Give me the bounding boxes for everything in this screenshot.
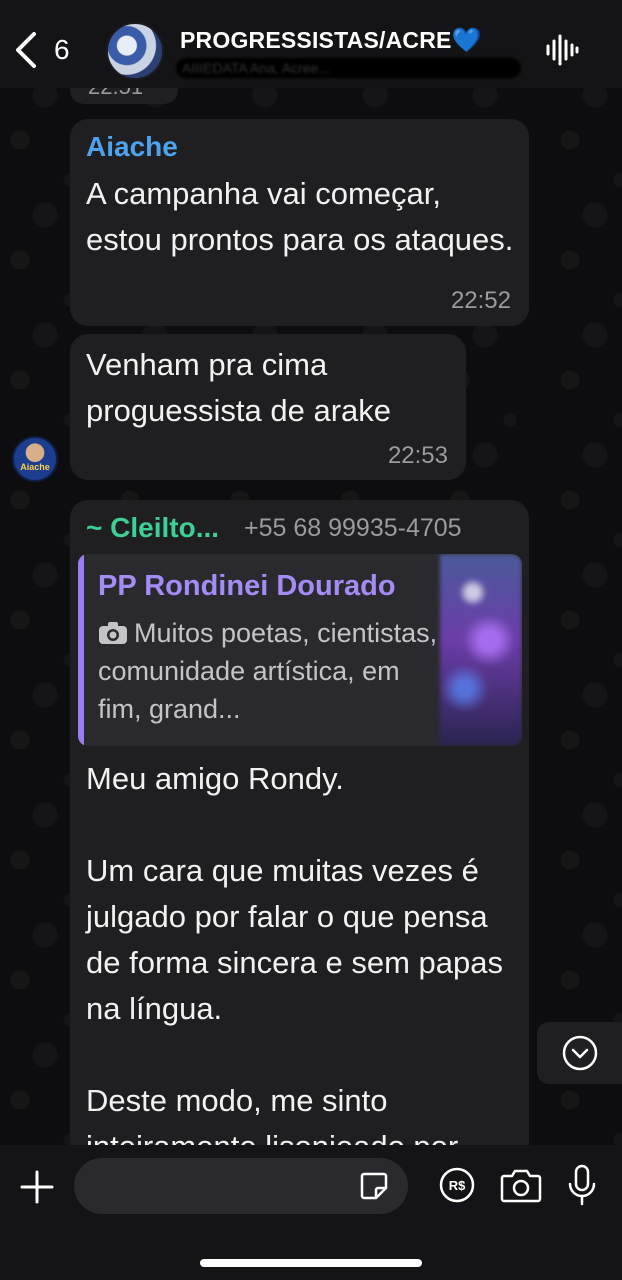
quote-thumbnail-image[interactable] bbox=[440, 554, 522, 746]
voice-waveform-icon[interactable] bbox=[544, 32, 580, 68]
scroll-to-bottom-button[interactable] bbox=[537, 1022, 622, 1084]
quote-accent-bar bbox=[78, 554, 84, 746]
quote-text: Muitos poetas, cientistas, comunidade ar… bbox=[98, 614, 438, 728]
message-time: 22:52 bbox=[450, 287, 511, 314]
svg-text:R$: R$ bbox=[449, 1178, 466, 1193]
chat-header: 6 PROGRESSISTAS/ACRE💙 AIIIEDATA Ana, Acr… bbox=[0, 0, 622, 88]
message-text: Venham pra cima proguessista de arake bbox=[86, 347, 392, 428]
quote-author: PP Rondinei Dourado bbox=[98, 570, 396, 602]
sticker-icon[interactable] bbox=[358, 1170, 390, 1202]
sender-avatar[interactable]: Aiache bbox=[12, 436, 58, 482]
message-sender[interactable]: ~ Cleilto... bbox=[86, 512, 219, 544]
message-time: 22:53 bbox=[387, 442, 448, 469]
message-bubble[interactable]: Aiache A campanha vai começar, estou pro… bbox=[70, 119, 529, 326]
message-bubble[interactable]: Venham pra cima proguessista de arake 22… bbox=[70, 334, 466, 480]
message-bubble[interactable]: ~ Cleilto... +55 68 99935-4705 PP Rondin… bbox=[70, 500, 529, 1145]
message-sender[interactable]: Aiache bbox=[86, 131, 178, 163]
sender-avatar-text: Aiache bbox=[20, 462, 50, 472]
blue-heart-emoji: 💙 bbox=[451, 27, 482, 54]
plus-icon[interactable] bbox=[18, 1168, 56, 1206]
microphone-icon[interactable] bbox=[566, 1164, 598, 1206]
back-chevron-icon bbox=[16, 32, 36, 68]
group-title[interactable]: PROGRESSISTAS/ACRE💙 bbox=[180, 26, 482, 55]
message-text: Meu amigo Rondy. Um cara que muitas veze… bbox=[86, 761, 503, 1145]
home-indicator[interactable] bbox=[200, 1259, 422, 1267]
quote-caption: Muitos poetas, cientistas, comunidade ar… bbox=[98, 618, 438, 724]
unread-count: 6 bbox=[54, 34, 70, 65]
group-members-subtitle[interactable]: AIIIEDATA Ana, Acree... bbox=[176, 58, 521, 78]
quoted-message[interactable]: PP Rondinei Dourado Muitos poetas, cient… bbox=[78, 554, 522, 746]
chevron-down-icon bbox=[562, 1035, 597, 1071]
group-avatar[interactable] bbox=[106, 22, 164, 80]
message-text: A campanha vai começar, estou prontos pa… bbox=[86, 176, 514, 257]
camera-icon[interactable] bbox=[500, 1166, 542, 1204]
camera-icon bbox=[99, 622, 127, 644]
chat-background: 22:51 Aiache A campanha vai começar, est… bbox=[0, 0, 622, 1145]
back-button[interactable]: 6 bbox=[12, 28, 82, 72]
sender-phone: +55 68 99935-4705 bbox=[244, 514, 462, 542]
group-name: PROGRESSISTAS/ACRE bbox=[180, 27, 452, 53]
pix-payment-icon[interactable]: R$ bbox=[438, 1166, 476, 1204]
